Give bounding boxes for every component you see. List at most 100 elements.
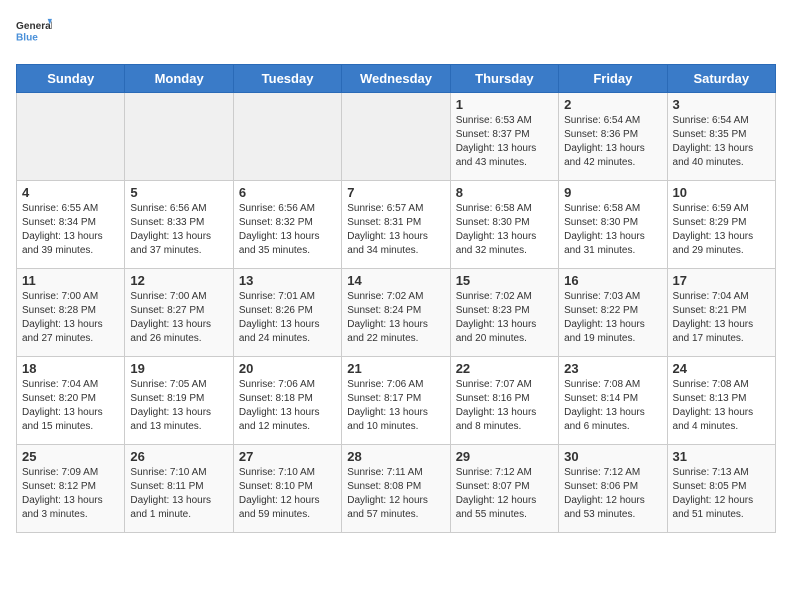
calendar-day-cell — [233, 93, 341, 181]
day-number: 25 — [22, 449, 119, 464]
weekday-header: Monday — [125, 65, 233, 93]
calendar-day-cell: 5Sunrise: 6:56 AM Sunset: 8:33 PM Daylig… — [125, 181, 233, 269]
day-number: 12 — [130, 273, 227, 288]
day-number: 26 — [130, 449, 227, 464]
day-number: 20 — [239, 361, 336, 376]
calendar-day-cell: 15Sunrise: 7:02 AM Sunset: 8:23 PM Dayli… — [450, 269, 558, 357]
day-info: Sunrise: 7:08 AM Sunset: 8:14 PM Dayligh… — [564, 378, 661, 434]
day-info: Sunrise: 6:56 AM Sunset: 8:32 PM Dayligh… — [239, 202, 336, 258]
svg-text:Blue: Blue — [16, 32, 38, 43]
weekday-header: Saturday — [667, 65, 775, 93]
day-number: 24 — [673, 361, 770, 376]
logo-svg: General Blue — [16, 16, 52, 52]
weekday-header: Tuesday — [233, 65, 341, 93]
calendar-day-cell: 27 Sunrise: 7:10 AM Sunset: 8:10 PM Dayli… — [233, 445, 341, 533]
calendar-day-cell: 31 Sunrise: 7:13 AM Sunset: 8:05 PM Dayli… — [667, 445, 775, 533]
day-info: Sunrise: 7:09 AM Sunset: 8:12 PM Dayligh… — [22, 466, 119, 522]
day-info: Sunrise: 6:53 AM Sunset: 8:37 PM Dayligh… — [456, 114, 553, 170]
day-number: 6 — [239, 185, 336, 200]
day-info: Sunrise: 7:06 AM Sunset: 8:18 PM Dayligh… — [239, 378, 336, 434]
calendar-day-cell — [17, 93, 125, 181]
weekday-header: Sunday — [17, 65, 125, 93]
day-number: 19 — [130, 361, 227, 376]
calendar-day-cell: 8 Sunrise: 6:58 AM Sunset: 8:30 PM Daylig… — [450, 181, 558, 269]
calendar-week-row: 25 Sunrise: 7:09 AM Sunset: 8:12 PM Dayli… — [17, 445, 776, 533]
day-number: 18 — [22, 361, 119, 376]
day-number: 11 — [22, 273, 119, 288]
day-number: 17 — [673, 273, 770, 288]
day-info: Sunrise: 6:58 AM Sunset: 8:30 PM Dayligh… — [564, 202, 661, 258]
day-info: Sunrise: 7:11 AM Sunset: 8:08 PM Dayligh… — [347, 466, 444, 522]
day-number: 4 — [22, 185, 119, 200]
day-info: Sunrise: 7:00 AM Sunset: 8:27 PM Dayligh… — [130, 290, 227, 346]
calendar-header-row: SundayMondayTuesdayWednesdayThursdayFrid… — [17, 65, 776, 93]
calendar-week-row: 11 Sunrise: 7:00 AM Sunset: 8:28 PM Dayli… — [17, 269, 776, 357]
day-number: 31 — [673, 449, 770, 464]
calendar-week-row: 4Sunrise: 6:55 AM Sunset: 8:34 PM Daylig… — [17, 181, 776, 269]
calendar-day-cell: 29Sunrise: 7:12 AM Sunset: 8:07 PM Dayli… — [450, 445, 558, 533]
day-info: Sunrise: 7:08 AM Sunset: 8:13 PM Dayligh… — [673, 378, 770, 434]
day-info: Sunrise: 6:57 AM Sunset: 8:31 PM Dayligh… — [347, 202, 444, 258]
day-number: 16 — [564, 273, 661, 288]
logo: General Blue — [16, 16, 52, 52]
calendar-day-cell: 3 Sunrise: 6:54 AM Sunset: 8:35 PM Daylig… — [667, 93, 775, 181]
calendar-day-cell: 22 Sunrise: 7:07 AM Sunset: 8:16 PM Dayli… — [450, 357, 558, 445]
day-info: Sunrise: 7:01 AM Sunset: 8:26 PM Dayligh… — [239, 290, 336, 346]
day-number: 28 — [347, 449, 444, 464]
day-number: 22 — [456, 361, 553, 376]
calendar-day-cell: 7 Sunrise: 6:57 AM Sunset: 8:31 PM Daylig… — [342, 181, 450, 269]
calendar-day-cell: 21 Sunrise: 7:06 AM Sunset: 8:17 PM Dayli… — [342, 357, 450, 445]
day-number: 15 — [456, 273, 553, 288]
calendar-day-cell: 25 Sunrise: 7:09 AM Sunset: 8:12 PM Dayli… — [17, 445, 125, 533]
calendar-day-cell: 14 Sunrise: 7:02 AM Sunset: 8:24 PM Dayli… — [342, 269, 450, 357]
day-info: Sunrise: 6:59 AM Sunset: 8:29 PM Dayligh… — [673, 202, 770, 258]
calendar-day-cell: 20 Sunrise: 7:06 AM Sunset: 8:18 PM Dayli… — [233, 357, 341, 445]
day-info: Sunrise: 7:04 AM Sunset: 8:21 PM Dayligh… — [673, 290, 770, 346]
day-number: 21 — [347, 361, 444, 376]
calendar-day-cell: 24 Sunrise: 7:08 AM Sunset: 8:13 PM Dayli… — [667, 357, 775, 445]
day-info: Sunrise: 7:04 AM Sunset: 8:20 PM Dayligh… — [22, 378, 119, 434]
calendar-day-cell: 30Sunrise: 7:12 AM Sunset: 8:06 PM Dayli… — [559, 445, 667, 533]
calendar-week-row: 18 Sunrise: 7:04 AM Sunset: 8:20 PM Dayli… — [17, 357, 776, 445]
day-info: Sunrise: 7:02 AM Sunset: 8:24 PM Dayligh… — [347, 290, 444, 346]
svg-text:General: General — [16, 21, 52, 32]
day-number: 27 — [239, 449, 336, 464]
day-info: Sunrise: 7:10 AM Sunset: 8:10 PM Dayligh… — [239, 466, 336, 522]
header: General Blue — [16, 16, 776, 52]
calendar-day-cell: 13 Sunrise: 7:01 AM Sunset: 8:26 PM Dayli… — [233, 269, 341, 357]
day-info: Sunrise: 7:13 AM Sunset: 8:05 PM Dayligh… — [673, 466, 770, 522]
day-number: 1 — [456, 97, 553, 112]
day-info: Sunrise: 6:54 AM Sunset: 8:36 PM Dayligh… — [564, 114, 661, 170]
calendar-day-cell: 10 Sunrise: 6:59 AM Sunset: 8:29 PM Dayli… — [667, 181, 775, 269]
calendar-day-cell: 17 Sunrise: 7:04 AM Sunset: 8:21 PM Dayli… — [667, 269, 775, 357]
day-info: Sunrise: 7:03 AM Sunset: 8:22 PM Dayligh… — [564, 290, 661, 346]
day-number: 14 — [347, 273, 444, 288]
day-info: Sunrise: 7:00 AM Sunset: 8:28 PM Dayligh… — [22, 290, 119, 346]
day-info: Sunrise: 6:58 AM Sunset: 8:30 PM Dayligh… — [456, 202, 553, 258]
calendar-day-cell — [125, 93, 233, 181]
calendar-day-cell: 16 Sunrise: 7:03 AM Sunset: 8:22 PM Dayli… — [559, 269, 667, 357]
day-info: Sunrise: 7:07 AM Sunset: 8:16 PM Dayligh… — [456, 378, 553, 434]
day-info: Sunrise: 7:06 AM Sunset: 8:17 PM Dayligh… — [347, 378, 444, 434]
calendar-day-cell: 6 Sunrise: 6:56 AM Sunset: 8:32 PM Daylig… — [233, 181, 341, 269]
calendar-day-cell: 11 Sunrise: 7:00 AM Sunset: 8:28 PM Dayli… — [17, 269, 125, 357]
day-info: Sunrise: 6:54 AM Sunset: 8:35 PM Dayligh… — [673, 114, 770, 170]
calendar-day-cell: 28 Sunrise: 7:11 AM Sunset: 8:08 PM Dayli… — [342, 445, 450, 533]
day-info: Sunrise: 7:12 AM Sunset: 8:06 PM Dayligh… — [564, 466, 661, 522]
day-number: 10 — [673, 185, 770, 200]
day-number: 8 — [456, 185, 553, 200]
day-number: 23 — [564, 361, 661, 376]
calendar-week-row: 1 Sunrise: 6:53 AM Sunset: 8:37 PM Daylig… — [17, 93, 776, 181]
day-number: 13 — [239, 273, 336, 288]
calendar-day-cell: 12 Sunrise: 7:00 AM Sunset: 8:27 PM Dayli… — [125, 269, 233, 357]
weekday-header: Thursday — [450, 65, 558, 93]
day-number: 5 — [130, 185, 227, 200]
day-number: 2 — [564, 97, 661, 112]
day-info: Sunrise: 7:10 AM Sunset: 8:11 PM Dayligh… — [130, 466, 227, 522]
day-number: 3 — [673, 97, 770, 112]
calendar-day-cell: 18 Sunrise: 7:04 AM Sunset: 8:20 PM Dayli… — [17, 357, 125, 445]
day-number: 9 — [564, 185, 661, 200]
day-number: 7 — [347, 185, 444, 200]
calendar-day-cell: 1 Sunrise: 6:53 AM Sunset: 8:37 PM Daylig… — [450, 93, 558, 181]
calendar-day-cell — [342, 93, 450, 181]
